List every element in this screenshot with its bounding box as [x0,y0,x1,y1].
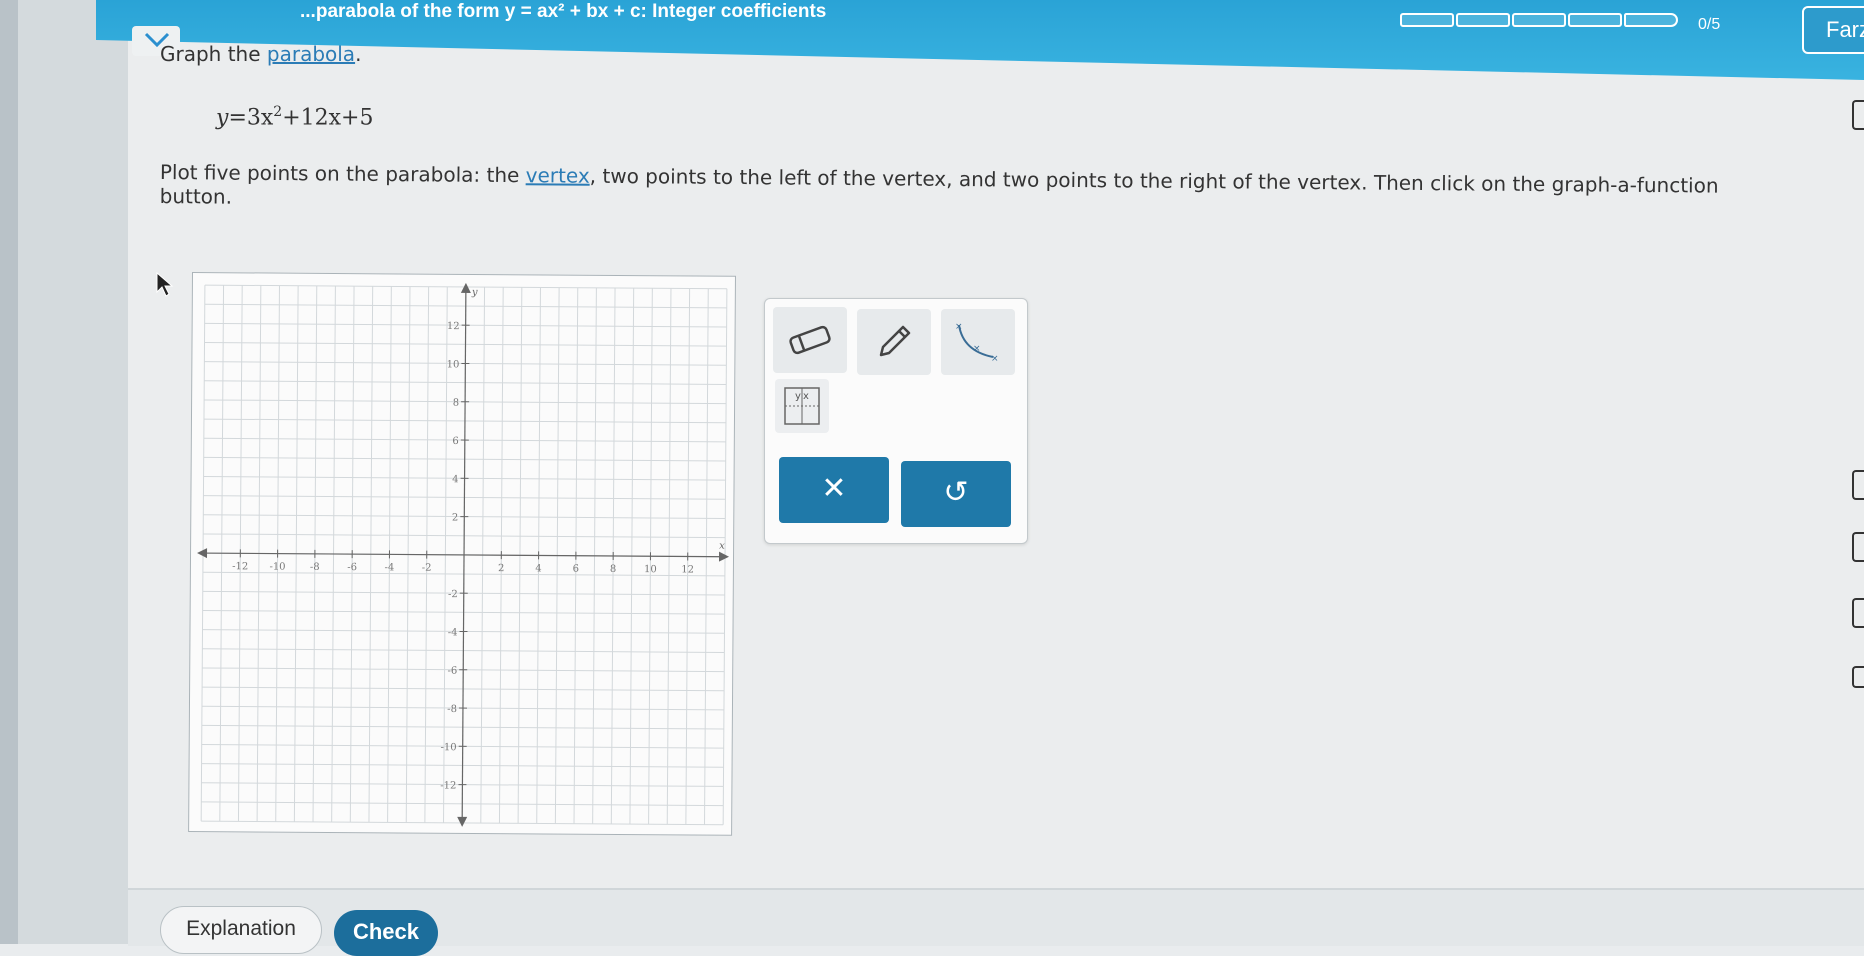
y-tick-label: -10 [441,742,457,753]
y-tick-label: 10 [447,359,460,370]
x-tick-label: 6 [573,564,579,575]
svg-text:x: x [803,391,809,402]
instruction-prefix: Graph the [160,42,261,66]
prompt-part-1: Plot five points on the parabola: the [160,160,526,187]
equation-lhs: y [216,105,228,130]
pencil-icon [873,321,915,363]
y-tick-label: -6 [447,666,457,677]
instruction-text: Graph the parabola. [160,42,361,66]
progress-bar [1400,13,1678,27]
progress-count: 0/5 [1698,16,1720,34]
side-tab-icon[interactable] [1852,598,1864,628]
coordinate-grid[interactable]: x y -12 -10 -8 -6 -4 -2 2 4 6 8 10 12 12 10 8 6 4 2 -2 -4 -6 -8… [189,273,735,835]
y-tick-label: -4 [448,627,458,638]
eraser-icon [787,323,833,357]
y-axis-arrow-down [457,817,467,827]
side-tab-icon[interactable] [1852,532,1864,562]
progress-segment [1568,13,1622,27]
screen-left-edge [0,0,18,944]
equation-rest: +12x+5 [282,105,373,130]
table-tool-button[interactable]: x y [775,379,829,433]
check-button[interactable]: Check [334,910,438,956]
explanation-button[interactable]: Explanation [160,906,322,954]
y-tick-label: -8 [447,704,457,715]
user-menu-button[interactable]: Farz [1802,6,1864,54]
y-tick-label: 12 [447,321,460,332]
progress-segment [1456,13,1510,27]
instruction-suffix: . [355,42,361,66]
x-tick-label: 8 [610,564,616,575]
y-tick-label: -12 [440,780,456,791]
svg-text:×: × [955,322,963,332]
table-icon: x y [783,386,821,426]
graph-function-icon: × × × [953,319,1003,365]
graph-tools-panel: × × × x y ✕ ↺ [764,298,1028,544]
mouse-cursor-icon [156,272,174,298]
y-tick-label: 8 [453,398,459,409]
x-tick-label: 10 [644,564,657,575]
x-axis-arrow-right [719,552,729,562]
svg-text:×: × [991,354,999,364]
mail-icon[interactable] [1852,666,1864,688]
y-tick-label: -2 [448,589,458,600]
y-axis-arrow-up [461,283,471,293]
equation-term1: 3x [247,105,273,130]
equation-exponent: 2 [273,104,282,120]
y-tick-label: 6 [452,436,458,447]
progress-segment [1512,13,1566,27]
x-tick-label: 4 [535,563,541,574]
y-tick-label: 2 [452,513,458,524]
x-tick-label: 12 [681,564,694,575]
x-axis-label: x [719,541,725,552]
x-axis-arrow-left [197,548,207,558]
x-tick-label: -6 [347,562,357,573]
eraser-tool-button[interactable] [773,307,847,373]
pencil-tool-button[interactable] [857,309,931,375]
x-axis [199,553,727,557]
x-tick-label: -4 [384,562,394,573]
progress-segment [1400,13,1454,27]
y-tick-label: 4 [452,474,458,485]
x-tick-label: -12 [232,561,248,572]
graph-canvas[interactable]: x y -12 -10 -8 -6 -4 -2 2 4 6 8 10 12 12 10 8 6 4 2 -2 -4 -6 -8… [188,272,736,836]
clear-button[interactable]: ✕ [779,457,889,523]
svg-text:y: y [795,391,801,402]
x-tick-label: -8 [310,562,320,573]
topic-title: ...parabola of the form y = ax² + bx + c… [300,0,826,26]
x-tick-label: 2 [498,563,504,574]
progress-segment [1624,13,1678,27]
undo-button[interactable]: ↺ [901,461,1011,527]
x-tick-label: -2 [422,563,432,574]
side-tab-icon[interactable] [1852,470,1864,500]
x-tick-label: -10 [269,562,285,573]
y-axis-label: y [471,287,478,298]
left-panel [18,0,128,944]
graph-function-button[interactable]: × × × [941,309,1015,375]
equation: y=3x2+12x+5 [216,104,373,130]
vertex-link[interactable]: vertex [526,163,590,188]
svg-text:×: × [973,344,981,354]
parabola-link[interactable]: parabola [267,42,355,66]
side-tab-icon[interactable] [1852,100,1864,130]
